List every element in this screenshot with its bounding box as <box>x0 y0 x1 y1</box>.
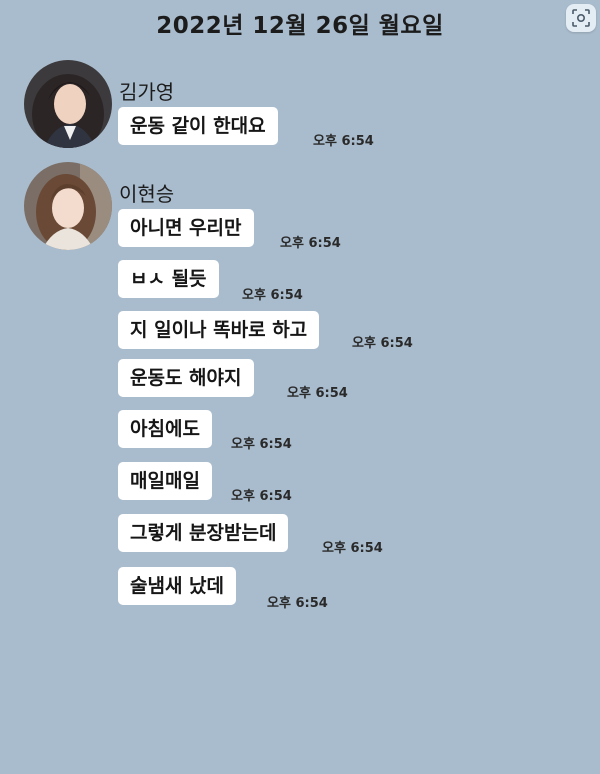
message-time: 오후 6:54 <box>287 386 348 401</box>
sender-name: 이현승 <box>119 182 175 206</box>
message-bubble[interactable]: 아침에도 <box>118 410 212 448</box>
avatar[interactable] <box>24 162 112 250</box>
scan-text-button[interactable] <box>566 4 596 32</box>
date-header: 2022년 12월 26일 월요일 <box>156 13 444 39</box>
message-time: 오후 6:54 <box>280 236 341 251</box>
message-bubble[interactable]: ㅂㅅ 될듯 <box>118 260 219 298</box>
sender-name: 김가영 <box>119 80 175 104</box>
message-time: 오후 6:54 <box>231 437 292 452</box>
message-bubble[interactable]: 술냄새 났데 <box>118 567 237 605</box>
message-bubble[interactable]: 운동 같이 한대요 <box>118 107 278 145</box>
avatar[interactable] <box>24 60 112 148</box>
message-time: 오후 6:54 <box>267 596 328 611</box>
scan-text-icon <box>572 9 590 27</box>
message-time: 오후 6:54 <box>352 336 413 351</box>
message-time: 오후 6:54 <box>322 541 383 556</box>
message-time: 오후 6:54 <box>313 134 374 149</box>
message-bubble[interactable]: 지 일이나 똑바로 하고 <box>118 311 320 349</box>
message-bubble[interactable]: 아니면 우리만 <box>118 209 254 247</box>
message-bubble[interactable]: 그렇게 분장받는데 <box>118 514 289 552</box>
message-time: 오후 6:54 <box>242 288 303 303</box>
message-bubble[interactable]: 운동도 해야지 <box>118 359 254 397</box>
message-bubble[interactable]: 매일매일 <box>118 462 212 500</box>
message-time: 오후 6:54 <box>231 489 292 504</box>
